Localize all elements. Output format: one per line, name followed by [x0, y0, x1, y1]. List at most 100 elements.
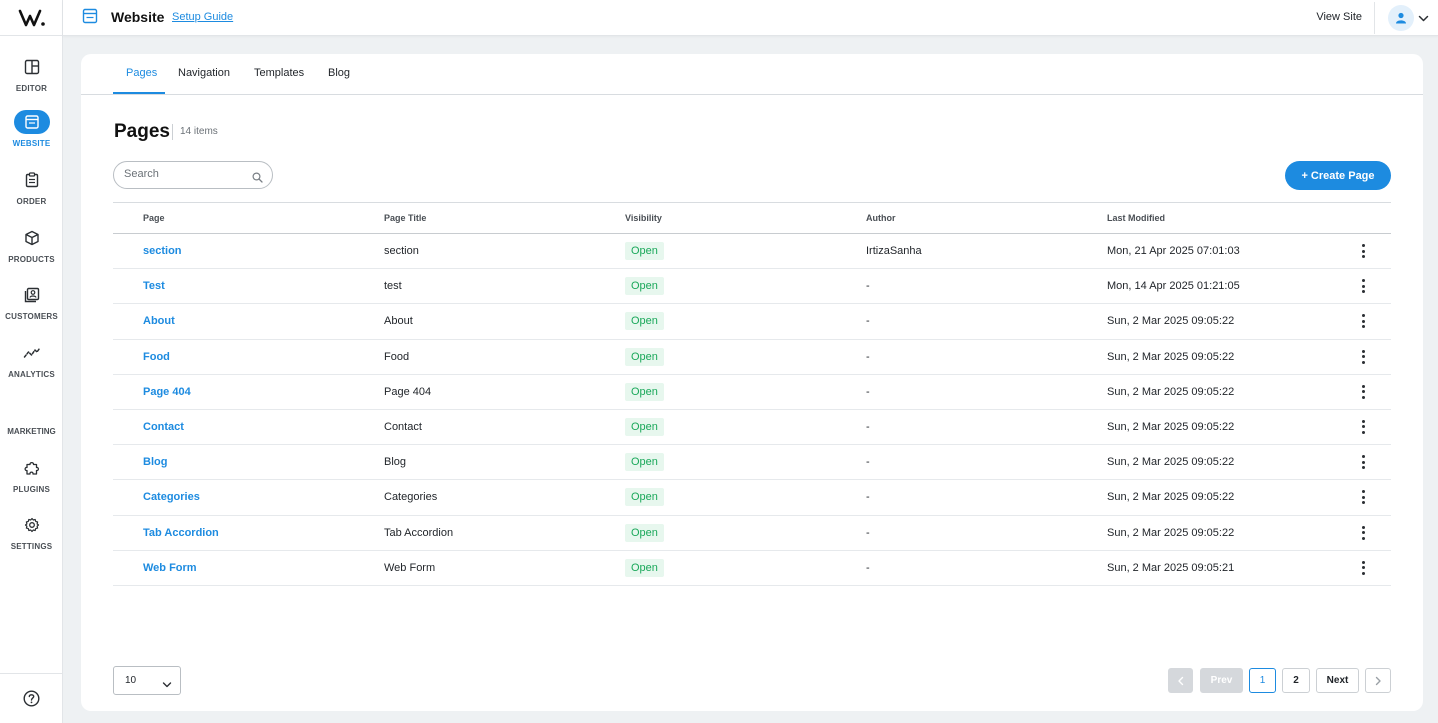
page-title-cell: Blog — [384, 456, 407, 469]
page-1-button[interactable]: 1 — [1249, 668, 1276, 693]
chevron-down-icon[interactable] — [1418, 11, 1429, 29]
page-title-cell: Page 404 — [384, 385, 432, 398]
gear-icon — [14, 513, 50, 537]
visibility-badge: Open — [625, 382, 664, 401]
divider — [172, 124, 173, 140]
setup-guide-link[interactable]: Setup Guide — [172, 11, 233, 23]
table-row: Web Form Web Form Open - Sun, 2 Mar 2025… — [113, 551, 1391, 586]
author-cell: - — [866, 526, 870, 539]
search-input[interactable] — [124, 168, 244, 180]
brand-logo[interactable] — [0, 0, 63, 36]
column-header-page-title[interactable]: Page Title — [384, 213, 426, 223]
more-options-icon[interactable] — [1357, 560, 1369, 575]
pages-table: Page Page Title Visibility Author Last M… — [113, 202, 1391, 586]
search-box — [113, 161, 273, 189]
page-2-button[interactable]: 2 — [1282, 668, 1310, 693]
more-options-icon[interactable] — [1357, 525, 1369, 540]
page-title-cell: Web Form — [384, 561, 436, 574]
search-icon[interactable] — [252, 170, 263, 188]
sidebar-item-order[interactable]: ORDER — [0, 168, 63, 218]
sidebar-item-analytics[interactable]: ANALYTICS — [0, 341, 63, 391]
user-icon — [1396, 12, 1406, 24]
prev-button[interactable]: Prev — [1200, 668, 1243, 693]
author-cell: - — [866, 280, 870, 293]
more-options-icon[interactable] — [1357, 314, 1369, 329]
page-link[interactable]: About — [143, 315, 175, 327]
tab-templates[interactable]: Templates — [254, 67, 304, 79]
visibility-badge: Open — [625, 347, 664, 366]
contacts-icon — [14, 283, 50, 307]
more-options-icon[interactable] — [1357, 384, 1369, 399]
sidebar-item-marketing[interactable]: MARKETING — [0, 427, 63, 436]
page-title-cell: section — [384, 245, 419, 257]
table-row: About About Open - Sun, 2 Mar 2025 09:05… — [113, 304, 1391, 340]
last-page-button[interactable] — [1365, 668, 1391, 693]
pages-card: Pages Navigation Templates Blog Pages 14… — [81, 54, 1423, 711]
more-options-icon[interactable] — [1357, 349, 1369, 364]
next-button[interactable]: Next — [1316, 668, 1359, 693]
first-page-button[interactable] — [1168, 668, 1193, 693]
page-link[interactable]: Blog — [143, 456, 167, 468]
per-page-value: 10 — [125, 675, 137, 686]
column-header-author[interactable]: Author — [866, 213, 896, 223]
last-modified-cell: Sun, 2 Mar 2025 09:05:22 — [1107, 350, 1235, 363]
page-link[interactable]: Test — [143, 280, 165, 292]
last-modified-cell: Sun, 2 Mar 2025 09:05:22 — [1107, 420, 1235, 433]
sidebar-item-website[interactable]: WEBSITE — [0, 110, 63, 160]
page-title-cell: Food — [384, 350, 410, 363]
last-modified-cell: Sun, 2 Mar 2025 09:05:22 — [1107, 526, 1235, 539]
help-icon — [23, 690, 40, 707]
author-cell: - — [866, 350, 870, 363]
author-cell: - — [866, 315, 870, 328]
more-options-icon[interactable] — [1357, 455, 1369, 470]
page-title-cell: Categories — [384, 491, 438, 504]
sidebar-item-plugins[interactable]: PLUGINS — [0, 456, 63, 506]
sidebar-item-label: PLUGINS — [13, 485, 50, 494]
logo-icon — [18, 9, 45, 26]
create-page-button[interactable]: + Create Page — [1285, 161, 1391, 190]
tab-blog[interactable]: Blog — [328, 67, 350, 79]
sidebar-item-customers[interactable]: CUSTOMERS — [0, 283, 63, 333]
tab-navigation[interactable]: Navigation — [178, 67, 230, 79]
per-page-select[interactable]: 10 — [113, 666, 181, 695]
more-options-icon[interactable] — [1357, 279, 1369, 294]
item-count: 14 items — [180, 126, 218, 137]
page-link[interactable]: Categories — [143, 491, 200, 503]
visibility-badge: Open — [625, 417, 664, 436]
page-link[interactable]: Food — [143, 351, 170, 363]
sidebar-item-label: ORDER — [16, 197, 47, 206]
help-button[interactable] — [0, 673, 63, 723]
avatar[interactable] — [1388, 5, 1414, 31]
browser-icon — [13, 110, 50, 134]
page-link[interactable]: Contact — [143, 421, 184, 433]
table-header: Page Page Title Visibility Author Last M… — [113, 202, 1391, 234]
box-icon — [14, 226, 50, 250]
sidebar-item-settings[interactable]: SETTINGS — [0, 513, 63, 563]
more-options-icon[interactable] — [1357, 244, 1369, 258]
table-row: Page 404 Page 404 Open - Sun, 2 Mar 2025… — [113, 375, 1391, 410]
page-title-cell: Tab Accordion — [384, 526, 454, 539]
active-tab-indicator — [113, 92, 165, 94]
sidebar-item-products[interactable]: PRODUCTS — [0, 226, 63, 276]
chevron-down-icon — [162, 677, 172, 695]
visibility-badge: Open — [625, 453, 664, 472]
author-cell: IrtizaSanha — [866, 245, 922, 257]
column-header-last-modified[interactable]: Last Modified — [1107, 213, 1165, 223]
page-link[interactable]: Tab Accordion — [143, 527, 219, 539]
table-row: Contact Contact Open - Sun, 2 Mar 2025 0… — [113, 410, 1391, 446]
sidebar-item-editor[interactable]: EDITOR — [0, 55, 63, 105]
more-options-icon[interactable] — [1357, 419, 1369, 434]
page-link[interactable]: Web Form — [143, 562, 197, 574]
page-link[interactable]: section — [143, 245, 182, 257]
page-link[interactable]: Page 404 — [143, 386, 191, 398]
column-header-page[interactable]: Page — [143, 213, 165, 223]
sidebar-item-label: ANALYTICS — [8, 370, 55, 379]
browser-icon — [82, 8, 98, 29]
table-row: Blog Blog Open - Sun, 2 Mar 2025 09:05:2… — [113, 445, 1391, 481]
last-modified-cell: Sun, 2 Mar 2025 09:05:22 — [1107, 491, 1235, 504]
tab-pages[interactable]: Pages — [126, 67, 157, 79]
column-header-visibility[interactable]: Visibility — [625, 213, 662, 223]
table-row: Tab Accordion Tab Accordion Open - Sun, … — [113, 516, 1391, 551]
more-options-icon[interactable] — [1357, 490, 1369, 505]
view-site-link[interactable]: View Site — [1316, 11, 1362, 23]
